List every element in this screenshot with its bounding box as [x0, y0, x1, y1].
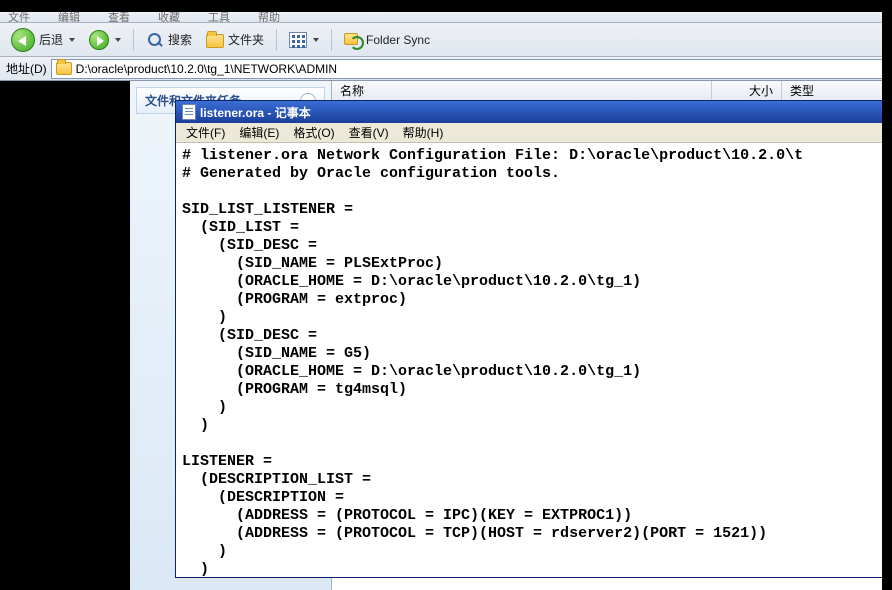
col-name[interactable]: 名称	[332, 81, 712, 100]
chevron-down-icon	[313, 38, 319, 42]
toolbar-separator	[133, 29, 134, 51]
chevron-down-icon	[115, 38, 121, 42]
black-margin	[0, 82, 130, 590]
forward-arrow-icon	[89, 30, 109, 50]
col-size[interactable]: 大小	[712, 81, 782, 100]
menubar-item[interactable]: 编辑	[58, 12, 80, 23]
menu-view[interactable]: 查看(V)	[343, 122, 395, 143]
search-button[interactable]: 搜索	[141, 28, 197, 52]
back-label: 后退	[39, 31, 63, 48]
chevron-down-icon	[69, 38, 75, 42]
folders-label: 文件夹	[228, 31, 264, 48]
menubar-item[interactable]: 查看	[108, 12, 130, 23]
folder-sync-label: Folder Sync	[366, 33, 430, 47]
views-icon	[289, 32, 307, 48]
menubar-item[interactable]: 文件	[8, 12, 30, 23]
folder-sync-button[interactable]: Folder Sync	[339, 28, 435, 52]
toolbar-separator	[276, 29, 277, 51]
menubar-item[interactable]: 帮助	[258, 12, 280, 23]
menubar-item[interactable]: 工具	[208, 12, 230, 23]
address-bar: 地址(D) D:\oracle\product\10.2.0\tg_1\NETW…	[0, 57, 892, 81]
search-label: 搜索	[168, 31, 192, 48]
menu-edit[interactable]: 编辑(E)	[233, 122, 285, 143]
notepad-icon	[182, 104, 196, 120]
notepad-titlebar[interactable]: listener.ora - 记事本	[176, 101, 889, 123]
menubar-item[interactable]: 收藏	[158, 12, 180, 23]
folders-button[interactable]: 文件夹	[201, 28, 269, 51]
address-path: D:\oracle\product\10.2.0\tg_1\NETWORK\AD…	[76, 62, 337, 76]
notepad-title: listener.ora - 记事本	[200, 104, 311, 121]
toolbar-separator	[331, 29, 332, 51]
address-input[interactable]: D:\oracle\product\10.2.0\tg_1\NETWORK\AD…	[51, 59, 886, 79]
black-margin	[882, 0, 892, 590]
notepad-menubar: 文件(F) 编辑(E) 格式(O) 查看(V) 帮助(H)	[176, 123, 889, 143]
back-arrow-icon	[11, 28, 35, 52]
explorer-menubar: 文件 编辑 查看 收藏 工具 帮助	[0, 12, 892, 23]
list-header: 名称 大小 类型	[332, 81, 892, 101]
address-label: 地址(D)	[6, 60, 47, 77]
views-button[interactable]	[284, 29, 324, 51]
explorer-toolbar: 后退 搜索 文件夹 Folder Sync	[0, 23, 892, 57]
col-type[interactable]: 类型	[782, 81, 892, 100]
search-icon	[146, 31, 164, 49]
notepad-window: listener.ora - 记事本 文件(F) 编辑(E) 格式(O) 查看(…	[175, 100, 890, 578]
forward-button[interactable]	[84, 27, 126, 53]
folder-icon	[206, 34, 224, 48]
menu-format[interactable]: 格式(O)	[287, 122, 340, 143]
notepad-textarea[interactable]: # listener.ora Network Configuration Fil…	[176, 143, 889, 577]
folder-sync-icon	[344, 31, 362, 49]
back-button[interactable]: 后退	[6, 25, 80, 55]
folder-icon	[56, 62, 72, 75]
menu-help[interactable]: 帮助(H)	[397, 122, 450, 143]
menu-file[interactable]: 文件(F)	[180, 122, 231, 143]
